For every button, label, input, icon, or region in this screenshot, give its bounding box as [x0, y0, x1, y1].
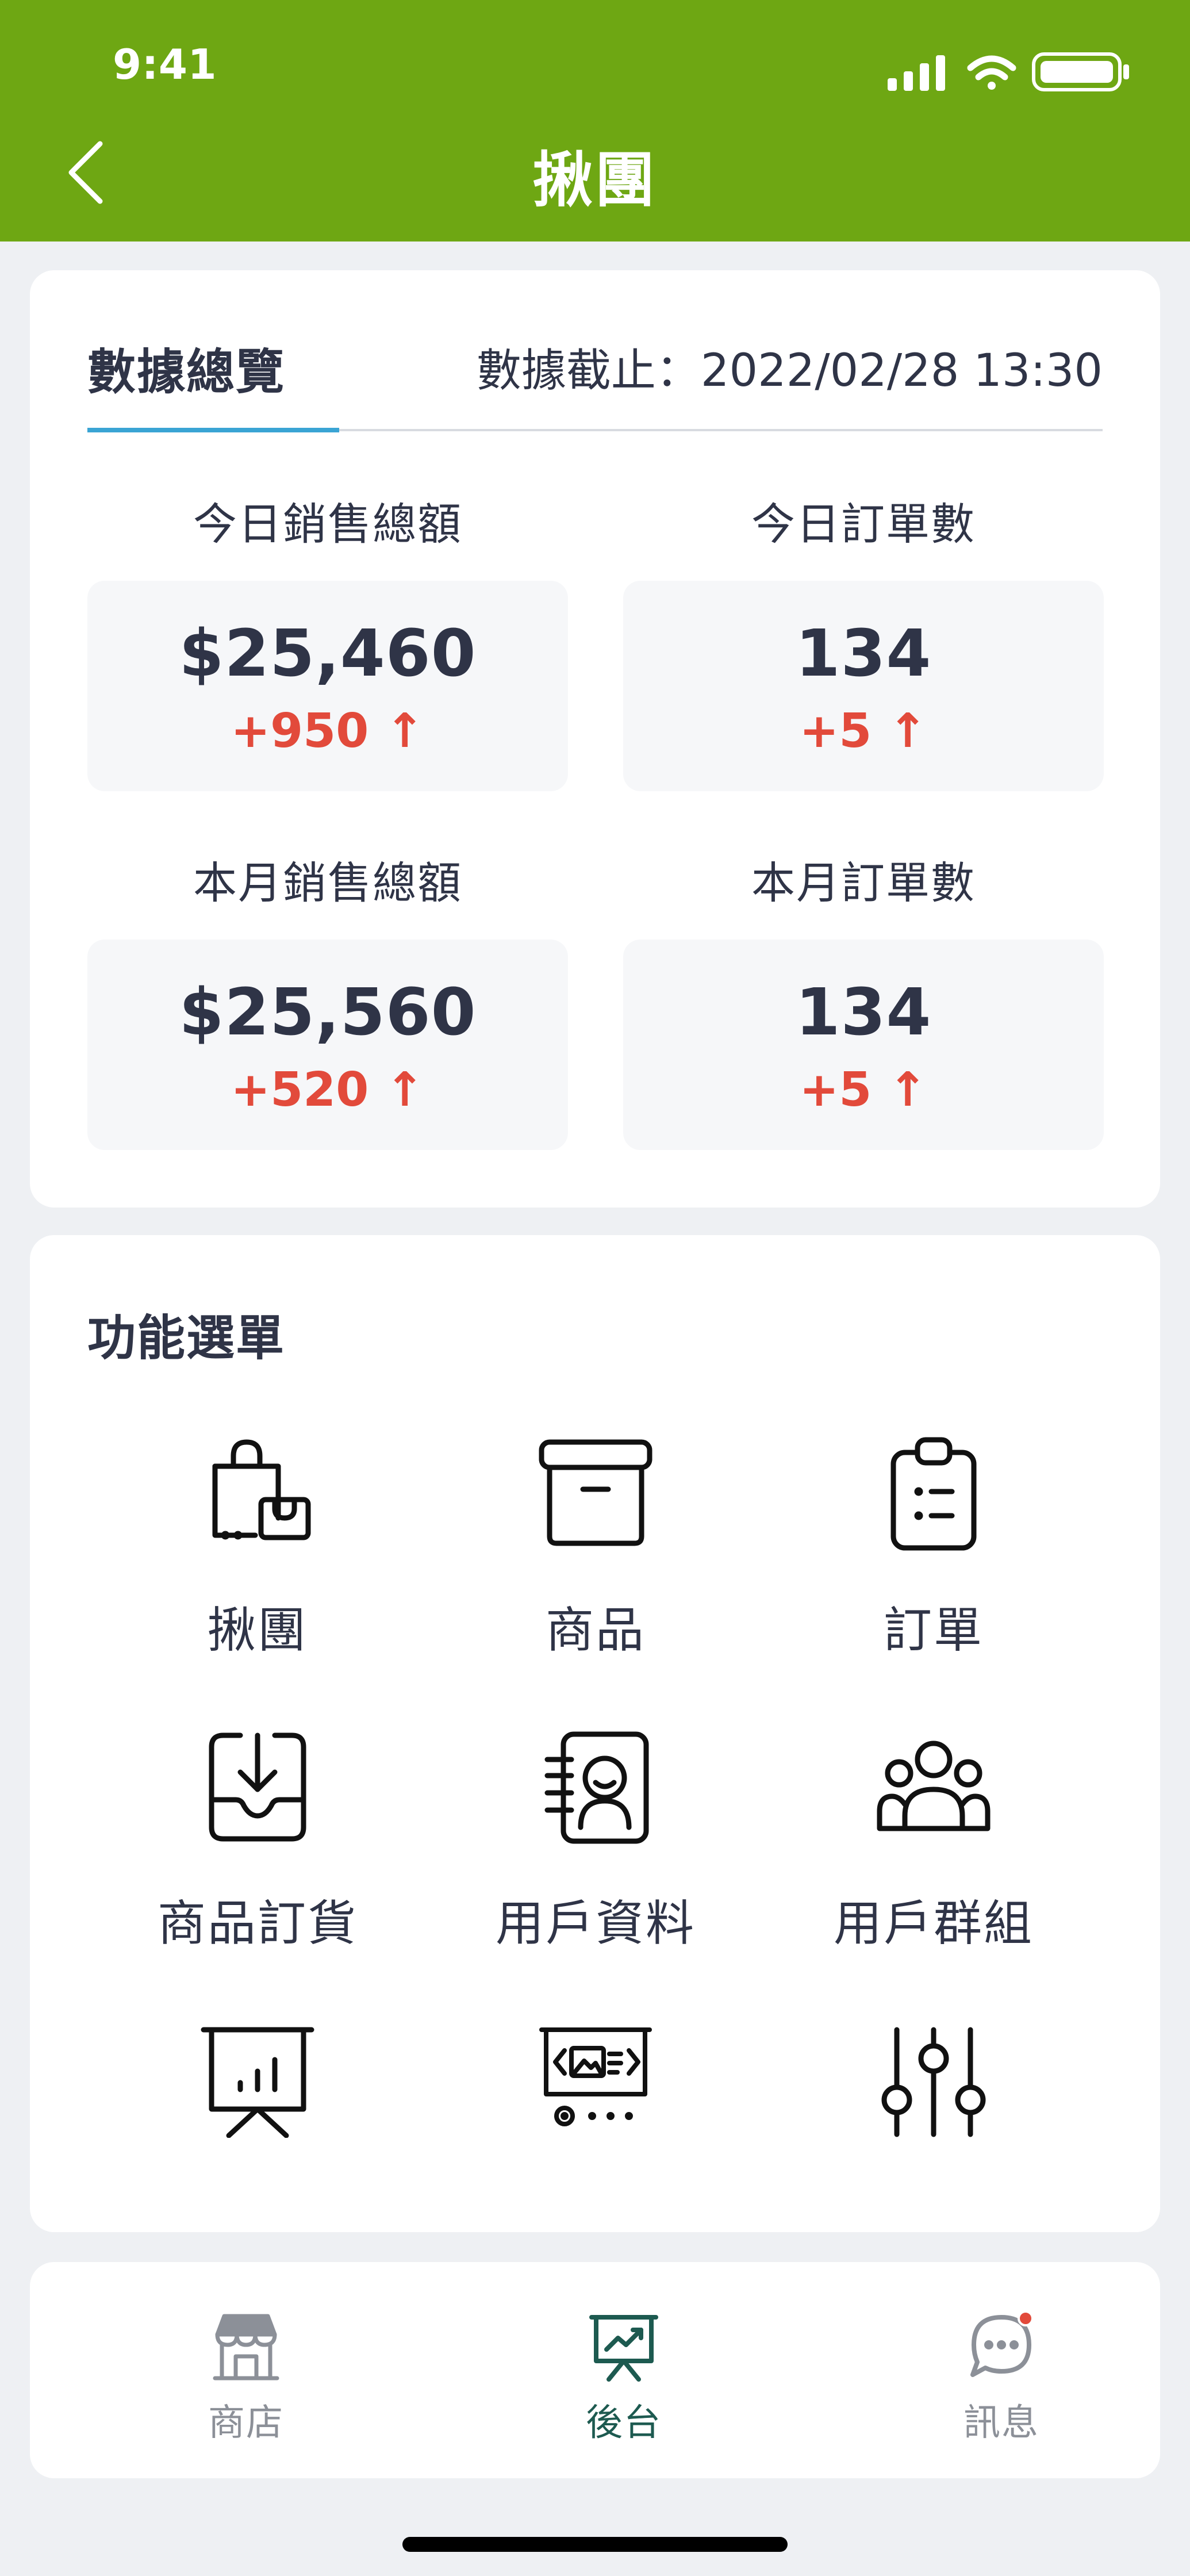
shopping-bag-icon	[212, 1439, 311, 1540]
metric-value: $25,460	[179, 616, 477, 691]
overview-tab[interactable]: 數據總覽	[87, 334, 285, 403]
home-indicator	[402, 2537, 788, 2552]
metric-change: +5 ↑	[799, 704, 928, 758]
overview-tab-indicator	[87, 428, 339, 432]
wifi-icon	[967, 55, 1016, 90]
menu-item-group-buy[interactable]: 揪團	[108, 1436, 407, 1689]
metric-card-today-orders[interactable]: 134 +5 ↑	[623, 581, 1104, 791]
nav-label: 訊息	[963, 2402, 1039, 2444]
metric-change: +520 ↑	[231, 1063, 425, 1117]
metric-card-month-sales[interactable]: $25,560 +520 ↑	[87, 940, 568, 1150]
inbox-download-icon	[209, 1732, 306, 1842]
menu-item-label: 揪團	[207, 1602, 308, 1658]
nav-item-store[interactable]: 商店	[160, 2312, 332, 2444]
screen: 9:41 揪團 數據總覽 數據截止：2022/02/28 13:30 今日銷售總…	[0, 0, 1190, 2576]
menu-item-user-profiles[interactable]: 用戶資料	[446, 1730, 745, 1983]
metric-label-month-sales: 本月銷售總額	[193, 857, 462, 908]
nav-label: 後台	[586, 2402, 662, 2444]
menu-item-orders[interactable]: 訂單	[784, 1436, 1083, 1689]
media-screen-icon	[539, 2027, 652, 2126]
menu-title: 功能選單	[87, 1310, 286, 1366]
sliders-icon	[881, 2027, 986, 2137]
menu-item-label: 商品訂貨	[157, 1895, 358, 1952]
overview-card: 數據總覽 數據截止：2022/02/28 13:30 今日銷售總額 $25,46…	[30, 270, 1160, 1208]
menu-item-products[interactable]: 商品	[446, 1436, 745, 1689]
menu-item-reports[interactable]	[108, 2023, 407, 2276]
metric-label-month-orders: 本月訂單數	[751, 857, 976, 908]
metric-card-today-sales[interactable]: $25,460 +950 ↑	[87, 581, 568, 791]
metric-label-today-sales: 今日銷售總額	[193, 499, 462, 550]
status-icons	[888, 52, 1129, 91]
menu-item-settings[interactable]	[784, 2023, 1083, 2276]
clipboard-list-icon	[890, 1437, 977, 1551]
presentation-chart-icon	[201, 2027, 314, 2138]
metric-change: +5 ↑	[799, 1063, 928, 1117]
nav-label: 商店	[208, 2402, 284, 2444]
bottom-nav: 商店 後台 訊息	[30, 2262, 1160, 2478]
overview-updated-time: 數據截止：2022/02/28 13:30	[476, 345, 1103, 397]
menu-item-label: 用戶群組	[833, 1895, 1034, 1952]
metric-value: 134	[795, 975, 932, 1050]
menu-item-user-groups[interactable]: 用戶群組	[784, 1730, 1083, 1983]
nav-item-messages[interactable]: 訊息	[915, 2312, 1088, 2444]
metric-change: +950 ↑	[231, 704, 425, 758]
contact-book-icon	[544, 1731, 649, 1844]
signal-icon	[888, 55, 945, 91]
status-time: 9:41	[113, 40, 217, 89]
user-group-icon	[877, 1741, 991, 1831]
dashboard-chart-icon	[589, 2315, 658, 2382]
page-title: 揪團	[532, 145, 657, 215]
menu-item-label: 商品	[545, 1602, 646, 1658]
metric-value: 134	[795, 616, 932, 691]
metric-card-month-orders[interactable]: 134 +5 ↑	[623, 940, 1104, 1150]
metric-label-today-orders: 今日訂單數	[751, 499, 976, 550]
notification-dot	[1018, 2312, 1034, 2326]
battery-icon	[1032, 52, 1129, 91]
menu-item-label: 訂單	[883, 1602, 984, 1658]
storefront-icon	[213, 2314, 279, 2380]
chat-bubble-icon	[970, 2312, 1034, 2377]
function-menu-card: 功能選單 揪團 商品 訂單 商品訂貨 用戶資料 用戶群組	[30, 1235, 1160, 2232]
app-header: 9:41 揪團	[0, 0, 1190, 241]
menu-item-restock[interactable]: 商品訂貨	[108, 1730, 407, 1983]
metric-value: $25,560	[179, 975, 477, 1050]
menu-item-label: 用戶資料	[495, 1895, 696, 1952]
archive-box-icon	[539, 1439, 652, 1546]
nav-item-dashboard[interactable]: 後台	[538, 2312, 710, 2444]
menu-item-media[interactable]	[446, 2023, 745, 2276]
